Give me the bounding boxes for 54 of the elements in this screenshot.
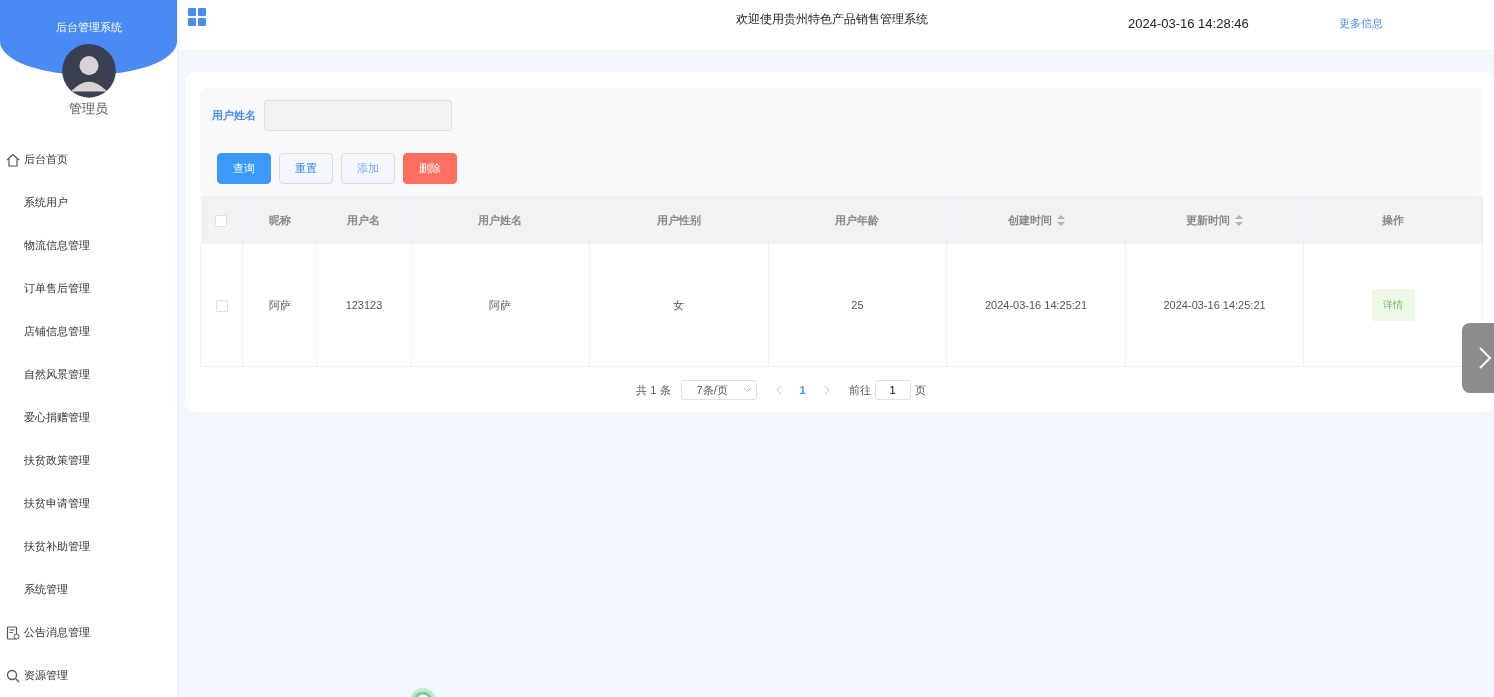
- chevron-right-icon: [1478, 346, 1492, 370]
- user-name: 管理员: [69, 100, 108, 118]
- column-header: 用户年龄: [835, 213, 880, 226]
- checkbox[interactable]: [215, 299, 228, 312]
- date-time: 2024-03-16 14:28:46: [1128, 16, 1249, 31]
- welcome-text: 欢迎使用贵州特色产品销售管理系统: [736, 11, 928, 28]
- menu-item[interactable]: 物流信息管理: [0, 224, 177, 267]
- column-header: 创建时间: [1007, 213, 1052, 226]
- document-icon: [6, 625, 20, 640]
- page-input[interactable]: 1: [874, 380, 911, 400]
- app-title: 后台管理系统: [55, 20, 122, 35]
- menu-item[interactable]: 自然风景管理: [0, 353, 177, 396]
- menu-item[interactable]: 扶贫补助管理: [0, 525, 177, 568]
- field-label: 用户姓名: [212, 108, 256, 123]
- sort-icon[interactable]: [1235, 215, 1244, 227]
- search-icon: [6, 668, 20, 683]
- menu-item[interactable]: 系统管理: [0, 568, 177, 611]
- checkbox[interactable]: [215, 214, 228, 227]
- menu-item[interactable]: 资源管理: [0, 654, 177, 697]
- menu-item[interactable]: 扶贫申请管理: [0, 482, 177, 525]
- next-page-icon[interactable]: [823, 385, 831, 395]
- page-suffix: 页: [914, 382, 926, 398]
- table-cell: 25: [851, 299, 864, 311]
- page-size-select[interactable]: 7条/页: [680, 380, 757, 400]
- chevron-down-icon: [742, 387, 752, 393]
- name-input[interactable]: [264, 100, 452, 131]
- goto-label: 前往: [848, 382, 871, 398]
- menu-item[interactable]: 扶贫政策管理: [0, 439, 177, 482]
- menu-item[interactable]: 店铺信息管理: [0, 310, 177, 353]
- table-cell: 123123: [345, 299, 383, 311]
- total-count: 共 1 条: [636, 382, 671, 398]
- table-cell: 2024-03-16 14:25:21: [984, 299, 1088, 311]
- column-header: 用户性别: [656, 213, 701, 226]
- column-header: 用户姓名: [478, 213, 523, 226]
- column-header: 昵称: [268, 213, 291, 226]
- menu-item[interactable]: 后台首页: [0, 138, 177, 181]
- column-header: 用户名: [347, 213, 381, 226]
- menu-item[interactable]: 公告消息管理: [0, 611, 177, 654]
- sort-icon[interactable]: [1056, 215, 1065, 227]
- previous-page-icon[interactable]: [774, 385, 782, 395]
- menu-item[interactable]: 系统用户: [0, 181, 177, 224]
- grid-icon[interactable]: [188, 8, 206, 26]
- column-header: 操作: [1382, 213, 1405, 226]
- table-cell: 女: [673, 298, 685, 311]
- expand-tab[interactable]: [1462, 323, 1494, 393]
- column-header: 更新时间: [1186, 213, 1231, 226]
- table-cell: 2024-03-16 14:25:21: [1163, 299, 1266, 311]
- home-icon: [6, 152, 20, 167]
- menu-item[interactable]: 爱心捐赠管理: [0, 396, 177, 439]
- reset-button[interactable]: 重置: [279, 153, 333, 184]
- menu-item[interactable]: 订单售后管理: [0, 267, 177, 310]
- more-info-link[interactable]: 更多信息: [1338, 16, 1383, 31]
- table-cell: 阿萨: [268, 298, 291, 311]
- table-cell: 阿萨: [489, 298, 512, 311]
